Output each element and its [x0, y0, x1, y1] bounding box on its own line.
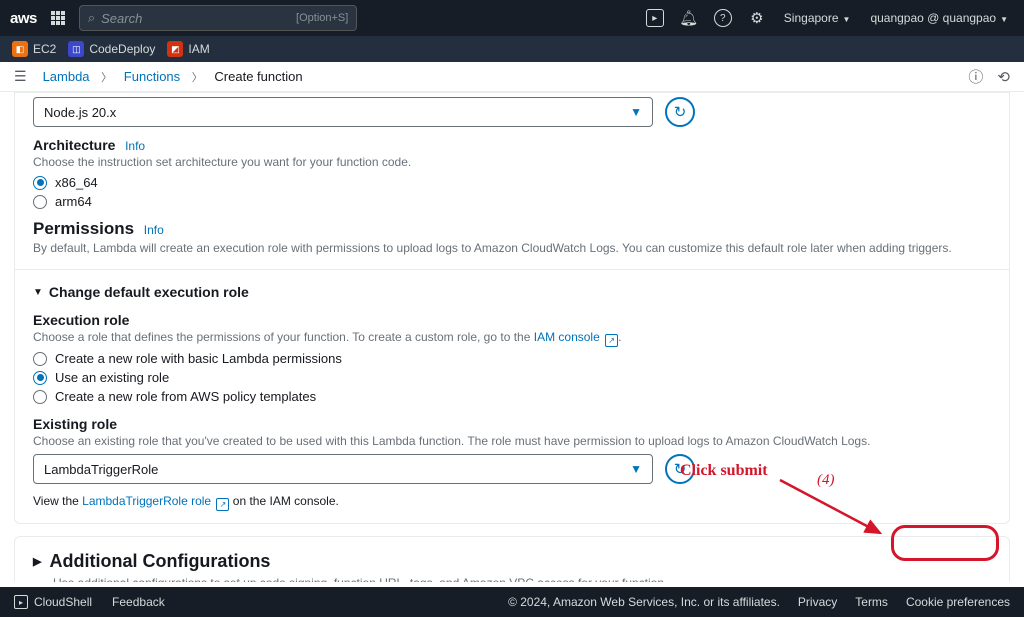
architecture-hint: Choose the instruction set architecture …	[33, 155, 991, 169]
search-icon: ⌕	[88, 10, 95, 26]
info-icon[interactable]: ⓘ	[968, 66, 983, 87]
search-input[interactable]: ⌕ Search [Option+S]	[79, 5, 357, 31]
chevron-down-icon: ▼	[630, 105, 642, 119]
permissions-hint: By default, Lambda will create an execut…	[33, 241, 991, 255]
settings-gear-icon[interactable]: ⚙	[748, 9, 766, 27]
cookie-preferences-link[interactable]: Cookie preferences	[906, 595, 1010, 609]
chevron-down-icon: ▼	[630, 462, 642, 476]
search-placeholder: Search	[101, 11, 296, 26]
view-role-link[interactable]: LambdaTriggerRole role	[82, 494, 211, 508]
runtime-select[interactable]: Node.js 20.x ▼	[33, 97, 653, 127]
feedback-link[interactable]: Feedback	[112, 595, 165, 609]
role-create-new-radio[interactable]: Create a new role with basic Lambda perm…	[33, 351, 991, 366]
notifications-icon[interactable]: 🔔︎	[680, 9, 698, 27]
existing-role-select[interactable]: LambdaTriggerRole ▼	[33, 454, 653, 484]
refresh-dashboard-icon[interactable]: ⟲	[997, 68, 1010, 86]
annotation-click-submit: Click submit	[680, 462, 768, 480]
account-menu[interactable]: quangpao @ quangpao▼	[870, 11, 1008, 25]
existing-role-selected-value: LambdaTriggerRole	[44, 462, 158, 477]
existing-role-hint: Choose an existing role that you've crea…	[33, 434, 991, 448]
main-content: Node.js 20.x ▼ ↻ Architecture Info Choos…	[0, 92, 1024, 582]
permissions-info-link[interactable]: Info	[144, 223, 164, 237]
caret-right-icon: ▶	[33, 555, 41, 568]
additional-config-hint: Use additional configurations to set up …	[53, 576, 991, 582]
caret-down-icon: ▼	[33, 287, 43, 298]
view-role-text: View the LambdaTriggerRole role on the I…	[33, 494, 991, 509]
terms-link[interactable]: Terms	[855, 595, 888, 609]
execution-role-expander[interactable]: ▼ Change default execution role	[33, 284, 991, 300]
service-ec2[interactable]: ◧EC2	[12, 41, 56, 57]
side-menu-toggle-icon[interactable]: ☰	[14, 68, 27, 85]
search-shortcut: [Option+S]	[296, 12, 348, 24]
cloudshell-button[interactable]: ▸CloudShell	[14, 595, 92, 609]
external-link-icon	[216, 498, 229, 511]
additional-config-expander[interactable]: ▶ Additional Configurations	[33, 551, 991, 572]
service-iam[interactable]: ◩IAM	[167, 41, 209, 57]
breadcrumb-functions[interactable]: Functions	[124, 69, 180, 84]
role-use-existing-radio[interactable]: Use an existing role	[33, 370, 991, 385]
architecture-info-link[interactable]: Info	[125, 139, 145, 153]
footer: ▸CloudShell Feedback © 2024, Amazon Web …	[0, 587, 1024, 617]
iam-console-link[interactable]: IAM console	[534, 330, 600, 344]
breadcrumb-current: Create function	[214, 69, 302, 84]
refresh-runtime-button[interactable]: ↻	[665, 97, 695, 127]
breadcrumb: Lambda 〉 Functions 〉 Create function	[43, 69, 303, 85]
cloudshell-icon: ▸	[14, 595, 28, 609]
external-link-icon	[605, 334, 618, 347]
existing-role-label: Existing role	[33, 416, 117, 432]
aws-logo[interactable]: aws	[10, 10, 37, 27]
service-codedeploy[interactable]: ◫CodeDeploy	[68, 41, 155, 57]
architecture-label: Architecture	[33, 137, 115, 153]
privacy-link[interactable]: Privacy	[798, 595, 837, 609]
breadcrumb-row: ☰ Lambda 〉 Functions 〉 Create function ⓘ…	[0, 62, 1024, 92]
annotation-number-4: (4)	[817, 472, 835, 489]
execution-role-label: Execution role	[33, 312, 129, 328]
copyright-text: © 2024, Amazon Web Services, Inc. or its…	[508, 595, 780, 609]
service-favorites-bar: ◧EC2 ◫CodeDeploy ◩IAM	[0, 36, 1024, 62]
additional-config-panel: ▶ Additional Configurations Use addition…	[14, 536, 1010, 582]
runtime-selected-value: Node.js 20.x	[44, 105, 116, 120]
create-function-panel: Node.js 20.x ▼ ↻ Architecture Info Choos…	[14, 92, 1010, 524]
execution-role-hint: Choose a role that defines the permissio…	[33, 330, 991, 345]
breadcrumb-lambda[interactable]: Lambda	[43, 69, 90, 84]
architecture-arm64-radio[interactable]: arm64	[33, 194, 991, 209]
help-icon[interactable]: ?	[714, 9, 732, 27]
role-from-template-radio[interactable]: Create a new role from AWS policy templa…	[33, 389, 991, 404]
architecture-x86-radio[interactable]: x86_64	[33, 175, 991, 190]
cloudshell-icon[interactable]: ▸	[646, 9, 664, 27]
top-nav: aws ⌕ Search [Option+S] ▸ 🔔︎ ? ⚙ Singapo…	[0, 0, 1024, 36]
services-grid-icon[interactable]	[51, 10, 67, 26]
permissions-heading: Permissions	[33, 219, 134, 238]
region-selector[interactable]: Singapore▼	[784, 11, 851, 25]
